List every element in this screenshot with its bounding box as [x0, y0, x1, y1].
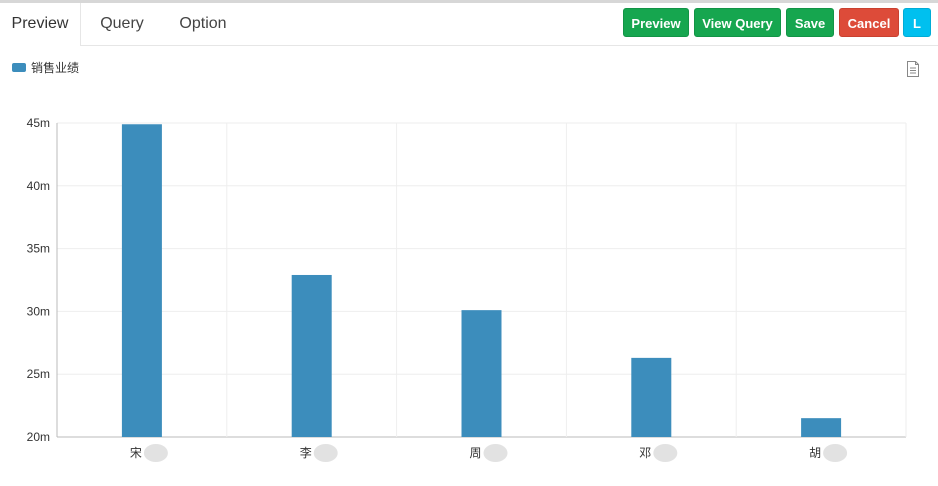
legend-label: 销售业绩	[31, 60, 80, 75]
legend-swatch	[12, 62, 26, 72]
chart-legend[interactable]: 销售业绩	[12, 58, 79, 76]
cancel-button[interactable]: Cancel	[839, 8, 899, 37]
tab-option[interactable]: Option	[166, 3, 240, 45]
x-tick-label: 邓	[639, 446, 651, 460]
tab-preview[interactable]: Preview	[0, 3, 81, 46]
bar	[631, 357, 672, 437]
redaction-blur	[143, 444, 168, 462]
document-icon[interactable]	[906, 61, 920, 77]
redaction-blur	[823, 444, 848, 462]
y-tick-label: 35m	[27, 242, 50, 256]
l-button[interactable]: L	[903, 8, 931, 37]
y-tick-label: 45m	[27, 116, 50, 130]
y-tick-label: 20m	[27, 430, 50, 444]
redaction-blur	[313, 444, 338, 462]
x-tick-label: 胡	[809, 446, 821, 460]
bar-chart: 20m 25m 30m 35m 40m 45m 宋 李 周 邓 胡	[27, 116, 907, 462]
view-query-button[interactable]: View Query	[694, 8, 781, 37]
save-button[interactable]: Save	[786, 8, 834, 37]
y-tick-label: 30m	[27, 304, 50, 318]
y-tick-label: 25m	[27, 367, 50, 381]
tab-bar: Preview Query Option Preview View Query …	[0, 3, 938, 46]
redaction-blur	[483, 444, 508, 462]
x-tick-label: 周	[469, 446, 481, 460]
redaction-blur	[653, 444, 678, 462]
x-tick-label: 李	[300, 445, 312, 460]
bar	[291, 274, 332, 437]
y-tick-label: 40m	[27, 179, 50, 193]
tab-query[interactable]: Query	[88, 3, 156, 45]
preview-button[interactable]: Preview	[623, 8, 689, 37]
bar	[121, 124, 162, 438]
x-tick-label: 宋	[130, 445, 142, 460]
bar	[801, 418, 842, 437]
bar	[461, 310, 502, 437]
